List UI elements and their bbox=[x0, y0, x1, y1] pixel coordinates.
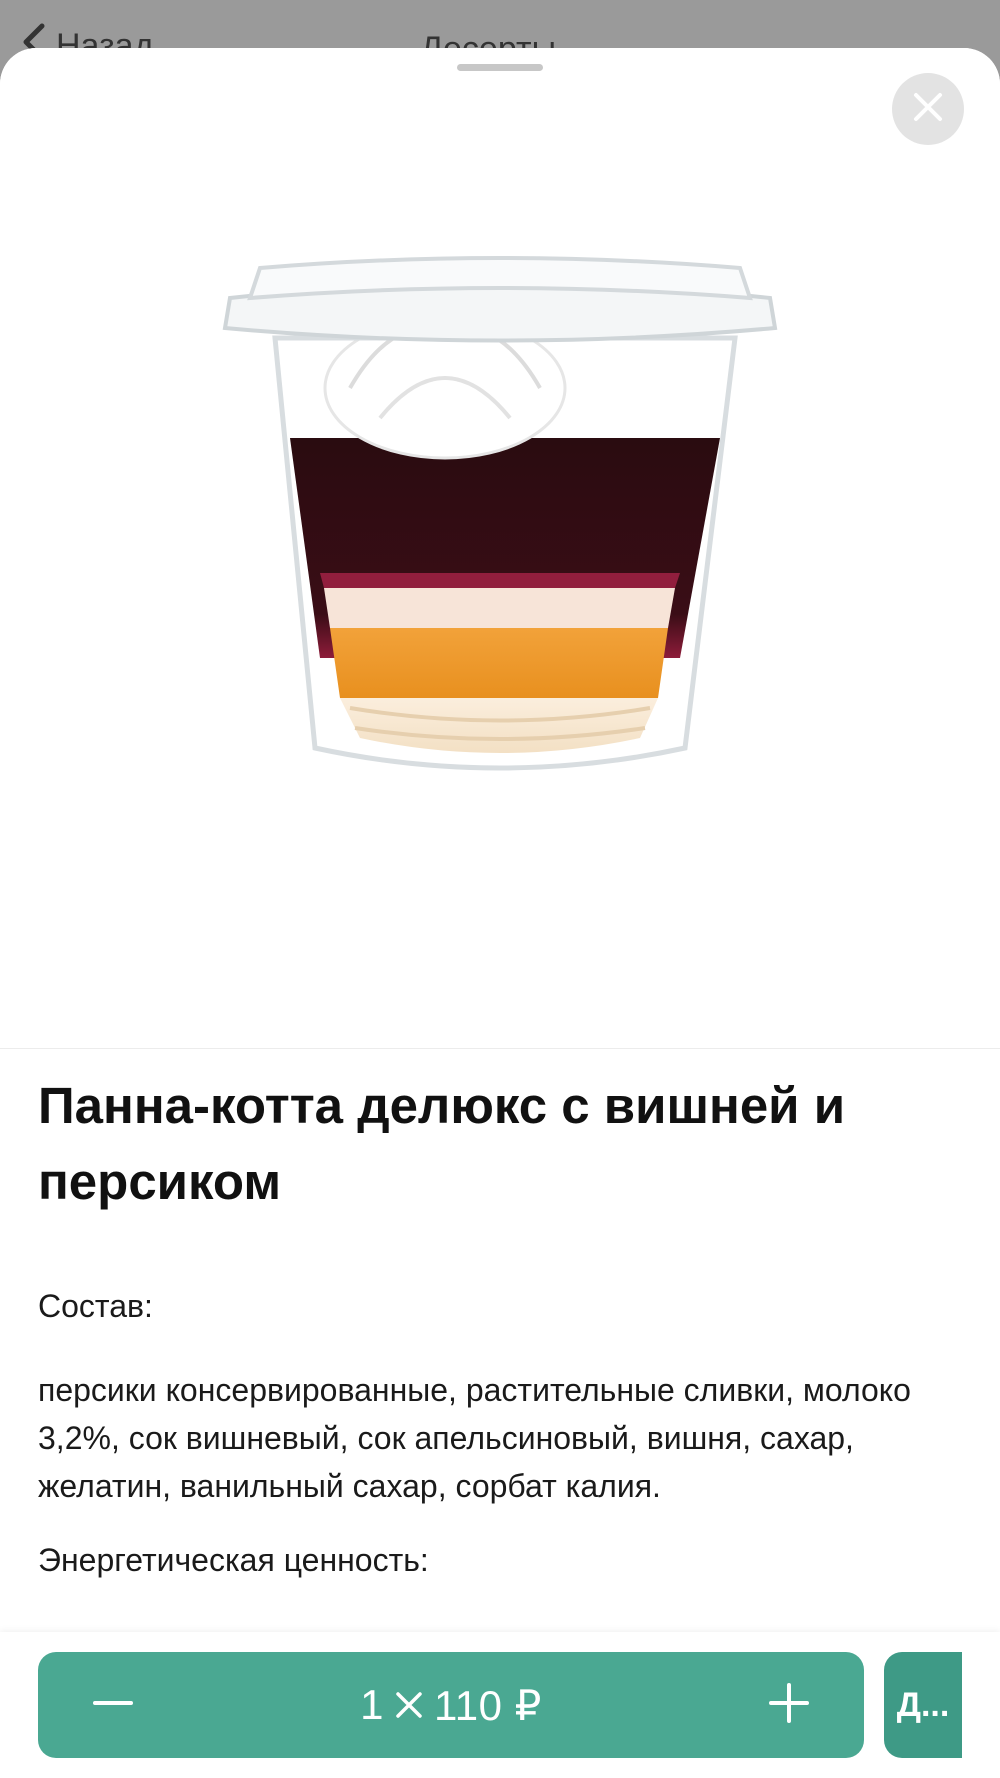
decrease-button[interactable] bbox=[38, 1652, 188, 1758]
times-icon bbox=[394, 1690, 424, 1720]
cart-bar: 1 110 ₽ Д... bbox=[0, 1632, 1000, 1778]
composition-label: Состав: bbox=[38, 1288, 153, 1324]
price-value: 110 ₽ bbox=[434, 1681, 542, 1729]
energy-label: Энергетическая ценность: bbox=[38, 1542, 429, 1578]
close-icon bbox=[911, 90, 945, 129]
quantity-price: 1 110 ₽ bbox=[360, 1681, 542, 1730]
product-photo bbox=[0, 48, 1000, 1049]
increase-button[interactable] bbox=[714, 1652, 864, 1758]
composition-text: персики консервированные, растительные с… bbox=[38, 1372, 911, 1504]
minus-icon bbox=[93, 1683, 133, 1728]
product-title: Панна-котта делюкс с вишней и персиком bbox=[38, 1077, 846, 1210]
dessert-cup-image bbox=[222, 256, 778, 771]
sheet-grabber[interactable] bbox=[457, 64, 543, 71]
quantity-stepper: 1 110 ₽ bbox=[38, 1652, 864, 1758]
quantity-value: 1 bbox=[360, 1681, 384, 1728]
add-to-cart-button[interactable]: Д... bbox=[884, 1652, 962, 1758]
plus-icon bbox=[769, 1682, 809, 1728]
product-sheet: Панна-котта делюкс с вишней и персиком С… bbox=[0, 48, 1000, 1778]
close-button[interactable] bbox=[892, 73, 964, 145]
